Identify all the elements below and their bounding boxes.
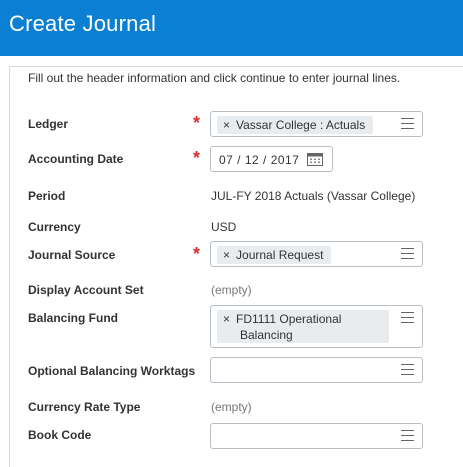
- form-instructions: Fill out the header information and clic…: [28, 71, 401, 85]
- currency-value: USD: [211, 220, 237, 234]
- remove-icon[interactable]: ×: [223, 248, 230, 262]
- journal-source-field[interactable]: × Journal Request: [210, 241, 423, 267]
- list-icon[interactable]: [401, 248, 414, 259]
- currency-label: Currency: [28, 220, 81, 234]
- currency-rate-type-label: Currency Rate Type: [28, 400, 141, 414]
- period-label: Period: [28, 189, 66, 203]
- list-icon[interactable]: [401, 312, 414, 323]
- accounting-date-field[interactable]: 07 / 12 / 2017: [210, 146, 333, 172]
- list-icon[interactable]: [401, 118, 414, 129]
- journal-source-value: Journal Request: [236, 248, 324, 262]
- display-account-set-value: (empty): [211, 283, 252, 297]
- ledger-label: Ledger: [28, 117, 69, 131]
- balancing-fund-pill: × FD1111 Operational Balancing: [217, 310, 389, 343]
- accounting-date-required-marker: *: [193, 148, 201, 168]
- calendar-icon[interactable]: [307, 152, 323, 166]
- list-icon[interactable]: [401, 364, 414, 375]
- journal-source-pill: × Journal Request: [217, 246, 332, 264]
- remove-icon[interactable]: ×: [223, 118, 230, 132]
- ledger-required-marker: *: [193, 113, 201, 133]
- ledger-pill: × Vassar College : Actuals: [217, 116, 374, 134]
- journal-source-required-marker: *: [193, 244, 201, 264]
- list-icon[interactable]: [401, 430, 414, 441]
- accounting-date-label: Accounting Date: [28, 152, 124, 166]
- optional-balancing-worktags-field[interactable]: [210, 357, 423, 383]
- optional-balancing-worktags-label: Optional Balancing Worktags: [28, 364, 196, 378]
- currency-rate-type-value: (empty): [211, 400, 252, 414]
- book-code-label: Book Code: [28, 428, 92, 442]
- balancing-fund-field[interactable]: × FD1111 Operational Balancing: [210, 305, 423, 348]
- book-code-field[interactable]: [210, 423, 423, 449]
- period-value: JUL-FY 2018 Actuals (Vassar College): [211, 189, 416, 203]
- journal-source-label: Journal Source: [28, 248, 116, 262]
- display-account-set-label: Display Account Set: [28, 283, 144, 297]
- page-title: Create Journal: [9, 11, 157, 36]
- page-header: Create Journal: [0, 0, 463, 56]
- accounting-date-value: 07 / 12 / 2017: [219, 153, 300, 167]
- remove-icon[interactable]: ×: [223, 312, 230, 326]
- ledger-value: Vassar College : Actuals: [236, 118, 366, 132]
- ledger-field[interactable]: × Vassar College : Actuals: [210, 111, 423, 137]
- balancing-fund-label: Balancing Fund: [28, 311, 118, 325]
- balancing-fund-value-line2: Balancing: [240, 328, 293, 342]
- balancing-fund-value-line1: FD1111 Operational: [236, 312, 342, 326]
